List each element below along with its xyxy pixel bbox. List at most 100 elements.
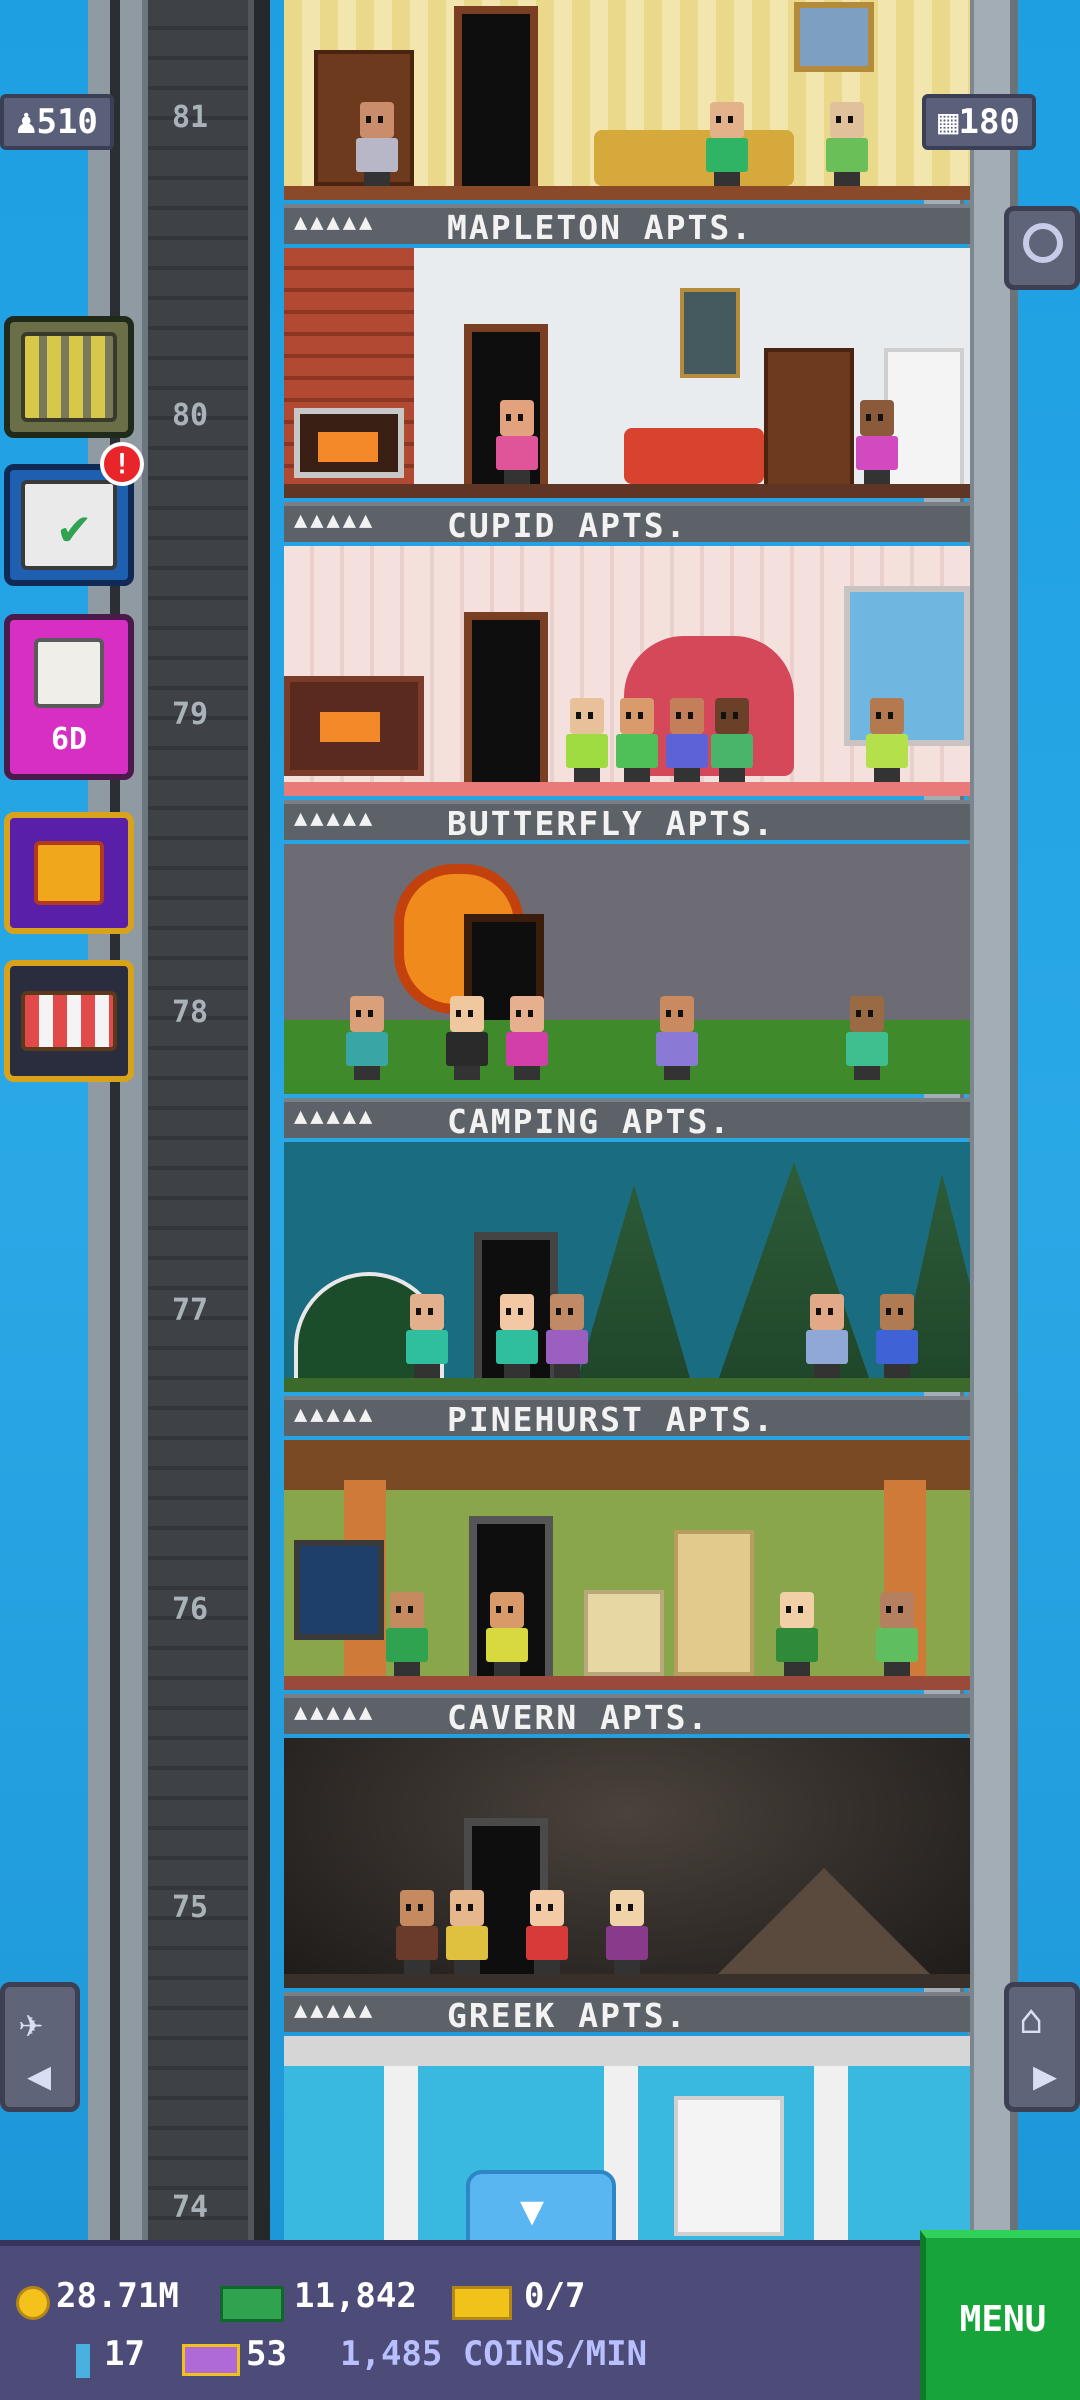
- bitizen[interactable]: [874, 1294, 920, 1378]
- tickets-value: 0/7: [524, 2276, 586, 2316]
- bookshelf: [764, 348, 854, 488]
- floor-name: BUTTERFLY APTS.: [447, 804, 776, 843]
- floor-label[interactable]: ▲▲▲▲▲ BUTTERFLY APTS.: [284, 800, 970, 843]
- star-rating: ▲▲▲▲▲: [294, 1700, 376, 1725]
- vip-value: 53: [246, 2334, 287, 2374]
- floor-name: GREEK APTS.: [447, 1996, 688, 2035]
- bitizen[interactable]: [824, 102, 870, 186]
- bitizen[interactable]: [864, 698, 910, 782]
- bitizen[interactable]: [384, 1592, 430, 1676]
- bux-value: 11,842: [294, 2276, 417, 2316]
- sofa: [594, 130, 794, 186]
- floors-badge[interactable]: ▦180: [922, 94, 1036, 150]
- column: [814, 2066, 848, 2240]
- keys-value: 17: [104, 2334, 145, 2374]
- coins-value: 28.71M: [56, 2276, 179, 2316]
- floor-pinehurst[interactable]: ▲▲▲▲▲ PINEHURST APTS.: [284, 1142, 970, 1440]
- floor-label[interactable]: ▲▲▲▲▲ MAPLETON APTS.: [284, 204, 970, 247]
- star-rating: ▲▲▲▲▲: [294, 1402, 376, 1427]
- gift-icon: [34, 841, 104, 905]
- population-badge[interactable]: ♟510: [0, 94, 114, 150]
- bitizen[interactable]: [874, 1592, 920, 1676]
- airplane-icon: ✈: [19, 2001, 44, 2047]
- bitizen[interactable]: [774, 1592, 820, 1676]
- floor-74[interactable]: [284, 2036, 970, 2240]
- room-interior: [284, 0, 970, 200]
- bitizen[interactable]: [404, 1294, 450, 1378]
- chevron-down-icon: ▼: [520, 2188, 545, 2234]
- floor-name: MAPLETON APTS.: [447, 208, 754, 247]
- bitizen[interactable]: [494, 400, 540, 484]
- floor-name: PINEHURST APTS.: [447, 1400, 776, 1439]
- stove: [584, 1590, 664, 1676]
- bitizen[interactable]: [394, 1890, 440, 1974]
- dice-button[interactable]: 6D: [4, 614, 134, 780]
- star-rating: ▲▲▲▲▲: [294, 1104, 376, 1129]
- shelf: [674, 2096, 784, 2236]
- bux-icon: [220, 2286, 284, 2322]
- bitizen[interactable]: [804, 1294, 850, 1378]
- bitizen[interactable]: [484, 1592, 530, 1676]
- floors-count: 180: [958, 102, 1020, 142]
- building-icon: [21, 332, 117, 422]
- bitizen[interactable]: [844, 996, 890, 1080]
- coin-rate: 1,485 COINS/MIN: [340, 2334, 648, 2374]
- floor-cavern[interactable]: ▲▲▲▲▲ CAVERN APTS.: [284, 1440, 970, 1738]
- bitizen[interactable]: [709, 698, 755, 782]
- room-interior: [284, 1142, 970, 1392]
- bitizen[interactable]: [544, 1294, 590, 1378]
- floor-butterfly[interactable]: ▲▲▲▲▲ BUTTERFLY APTS.: [284, 546, 970, 844]
- bitizen[interactable]: [354, 102, 400, 186]
- bitizen[interactable]: [504, 996, 550, 1080]
- floor-label[interactable]: ▲▲▲▲▲ GREEK APTS.: [284, 1992, 970, 2035]
- fireplace: [284, 676, 424, 776]
- bitizen[interactable]: [664, 698, 710, 782]
- floor-greek[interactable]: ▲▲▲▲▲ GREEK APTS.: [284, 1738, 970, 2036]
- vip-icon: [182, 2344, 240, 2376]
- person-icon: ♟: [16, 102, 37, 142]
- gift-button[interactable]: [4, 812, 134, 934]
- bitizen[interactable]: [604, 1890, 650, 1974]
- bitizen[interactable]: [704, 102, 750, 186]
- floor-name: CAVERN APTS.: [447, 1698, 710, 1737]
- population-count: 510: [36, 102, 98, 142]
- door[interactable]: [454, 6, 538, 186]
- build-floor-button[interactable]: [4, 316, 134, 438]
- bitizen[interactable]: [444, 1890, 490, 1974]
- floor-number: 79: [171, 697, 209, 732]
- shop-button[interactable]: [4, 960, 134, 1082]
- bitizen[interactable]: [444, 996, 490, 1080]
- floor-label[interactable]: ▲▲▲▲▲ CAVERN APTS.: [284, 1694, 970, 1737]
- bitizen[interactable]: [564, 698, 610, 782]
- floor-mapleton[interactable]: ▲▲▲▲▲ MAPLETON APTS.: [284, 0, 970, 248]
- window: [294, 1540, 384, 1640]
- door[interactable]: [464, 612, 548, 782]
- floor-number: 74: [171, 2190, 209, 2225]
- bottom-hud: 28.71M 11,842 0/7 17 53 1,485 COINS/MIN: [0, 2240, 920, 2400]
- bitizen[interactable]: [524, 1890, 570, 1974]
- chevron-right-icon: ▶: [1033, 2053, 1058, 2099]
- home-nav-button[interactable]: ⌂ ▶: [1004, 1982, 1080, 2112]
- floor-label[interactable]: ▲▲▲▲▲ PINEHURST APTS.: [284, 1396, 970, 1439]
- floor-label[interactable]: ▲▲▲▲▲ CAMPING APTS.: [284, 1098, 970, 1141]
- bitizen[interactable]: [654, 996, 700, 1080]
- dice-icon: [34, 638, 104, 708]
- star-rating: ▲▲▲▲▲: [294, 210, 376, 235]
- visitor-nav-button[interactable]: ✈ ◀: [0, 1982, 80, 2112]
- bitizen[interactable]: [344, 996, 390, 1080]
- floor-name: CAMPING APTS.: [447, 1102, 732, 1141]
- bitizen[interactable]: [494, 1294, 540, 1378]
- bitizen[interactable]: [854, 400, 900, 484]
- tower-right-wall: [968, 0, 1018, 2240]
- floor-number: 80: [171, 398, 209, 433]
- floor-camping[interactable]: ▲▲▲▲▲ CAMPING APTS.: [284, 844, 970, 1142]
- elevator-down-button[interactable]: ▼: [466, 2170, 616, 2246]
- checklist-icon: ✔: [21, 480, 117, 570]
- floor-number: 81: [171, 100, 209, 135]
- bitizen[interactable]: [614, 698, 660, 782]
- floor-cupid[interactable]: ▲▲▲▲▲ CUPID APTS.: [284, 248, 970, 546]
- search-button[interactable]: [1004, 206, 1080, 290]
- missions-button[interactable]: ✔ !: [4, 442, 144, 586]
- menu-button[interactable]: MENU: [920, 2230, 1080, 2400]
- floor-label[interactable]: ▲▲▲▲▲ CUPID APTS.: [284, 502, 970, 545]
